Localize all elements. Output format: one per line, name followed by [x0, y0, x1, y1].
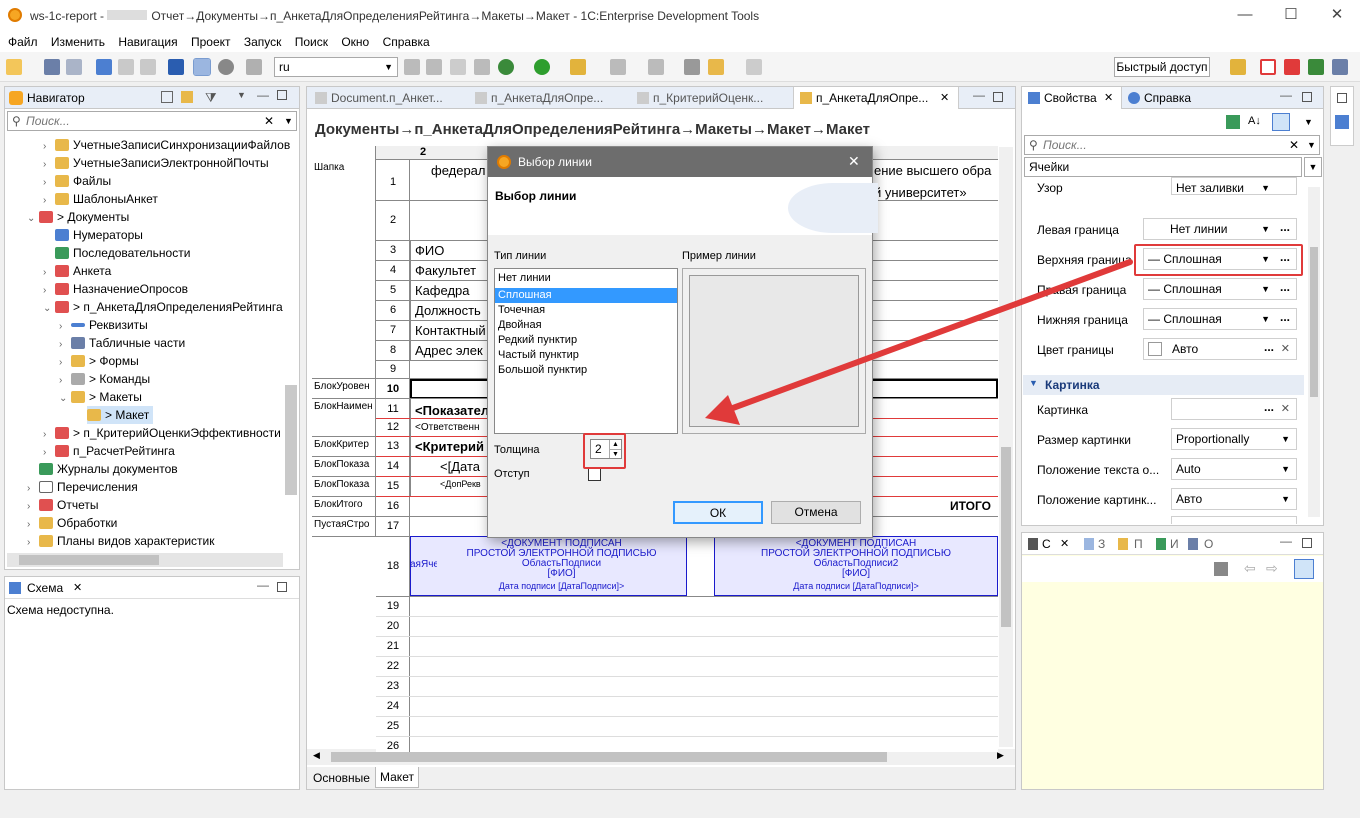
annotation-arrow	[705, 259, 1133, 425]
